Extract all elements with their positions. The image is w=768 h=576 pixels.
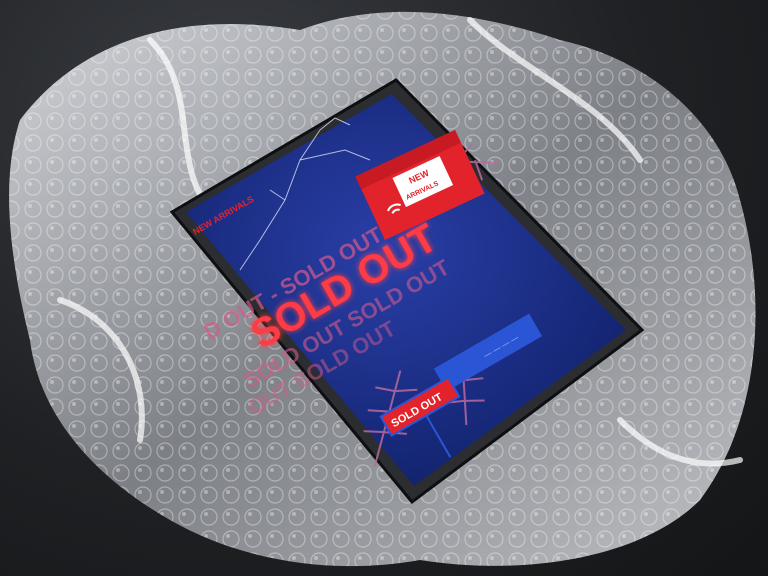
- product-photo-scene: NEW ARRIVALS D OUT - SOLD OUT SOLD OUT S…: [9, 11, 756, 567]
